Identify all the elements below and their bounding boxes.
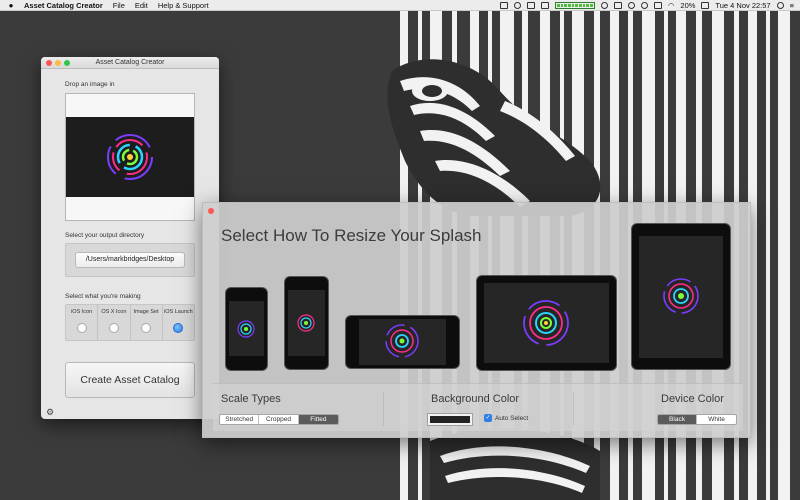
scale-types-segmented-control: Stretched Cropped Fitted — [219, 414, 339, 425]
bluetooth-icon[interactable] — [653, 1, 662, 9]
output-directory-button[interactable]: /Users/markbridges/Desktop — [75, 252, 185, 268]
swirl-logo-icon — [107, 134, 153, 180]
menu-bar: ● Asset Catalog Creator File Edit Help &… — [0, 0, 800, 11]
background-color-well[interactable] — [427, 413, 473, 426]
output-directory-label: Select your output directory — [65, 232, 145, 239]
battery-icon[interactable] — [701, 1, 710, 9]
status-time-machine-icon[interactable] — [627, 1, 635, 9]
auto-select-checkbox[interactable]: ✓ Auto Select — [484, 414, 528, 422]
divider — [573, 392, 574, 426]
spotlight-search-icon[interactable] — [776, 1, 784, 9]
radio-ios-icon[interactable] — [76, 323, 87, 333]
device-ipad-portrait-preview[interactable] — [631, 223, 731, 370]
status-lock-icon[interactable] — [640, 1, 648, 9]
battery-meter-icon[interactable] — [554, 1, 595, 9]
zoom-window-button[interactable] — [64, 60, 70, 66]
device-color-black-segment[interactable]: Black — [658, 415, 698, 424]
option-label: OS X Icon — [101, 309, 127, 315]
device-iphone-landscape-preview[interactable] — [345, 315, 460, 369]
option-ios-icon[interactable]: iOS Icon — [66, 305, 99, 340]
status-sync-icon[interactable] — [513, 1, 521, 9]
close-panel-button[interactable] — [208, 208, 214, 214]
wifi-icon[interactable]: ◠ — [668, 0, 675, 11]
status-display-icon[interactable] — [613, 1, 622, 9]
menu-clock[interactable]: Tue 4 Nov 22:57 — [715, 0, 770, 11]
splash-resize-panel: Select How To Resize Your Splash Scale T… — [202, 202, 751, 438]
scale-types-label: Scale Types — [221, 393, 281, 405]
image-drop-well[interactable] — [65, 93, 195, 221]
device-ipad-landscape-preview[interactable] — [476, 275, 617, 371]
device-color-white-segment[interactable]: White — [697, 415, 736, 424]
checkmark-icon[interactable]: ✓ — [484, 414, 492, 422]
menu-help-support[interactable]: Help & Support — [158, 0, 209, 11]
menu-edit[interactable]: Edit — [135, 0, 148, 11]
status-dropbox-icon[interactable] — [526, 1, 535, 9]
create-asset-catalog-button[interactable]: Create Asset Catalog — [65, 362, 195, 398]
minimize-window-button[interactable] — [55, 60, 61, 66]
status-cloud-icon[interactable] — [540, 1, 549, 9]
status-app-icon[interactable] — [499, 1, 508, 9]
image-preview — [66, 117, 194, 197]
option-ios-launch[interactable]: iOS Launch — [163, 305, 194, 340]
making-type-selector: iOS Icon OS X Icon Image Set iOS Launch — [65, 304, 195, 341]
device-iphone-4-preview[interactable] — [225, 287, 268, 371]
radio-osx-icon[interactable] — [108, 323, 119, 333]
window-titlebar[interactable]: Asset Catalog Creator — [41, 57, 219, 69]
battery-percent[interactable]: 20% — [680, 0, 695, 11]
auto-select-label: Auto Select — [495, 414, 529, 422]
option-osx-icon[interactable]: OS X Icon — [98, 305, 131, 340]
menu-app-name[interactable]: Asset Catalog Creator — [24, 0, 103, 11]
notification-center-icon[interactable]: ≡ — [790, 0, 794, 11]
option-image-set[interactable]: Image Set — [131, 305, 163, 340]
device-color-segmented-control: Black White — [657, 414, 737, 425]
apple-menu-icon[interactable]: ● — [6, 0, 16, 11]
making-type-label: Select what you're making — [65, 293, 141, 300]
divider — [383, 392, 384, 426]
drop-image-label: Drop an image in — [65, 81, 115, 88]
scale-fitted-segment[interactable]: Fitted — [298, 415, 338, 424]
option-label: Image Set — [133, 309, 159, 315]
device-iphone-5-preview[interactable] — [284, 276, 329, 370]
resize-options-bar: Scale Types Stretched Cropped Fitted Bac… — [213, 383, 743, 431]
background-color-label: Background Color — [431, 393, 520, 405]
option-label: iOS Launch — [164, 309, 193, 315]
status-ring-icon[interactable] — [600, 1, 608, 9]
menu-file[interactable]: File — [113, 0, 125, 11]
option-label: iOS Icon — [71, 309, 93, 315]
scale-cropped-segment[interactable]: Cropped — [259, 415, 299, 424]
splash-panel-title: Select How To Resize Your Splash — [221, 226, 482, 245]
gear-icon[interactable]: ⚙ — [46, 407, 54, 418]
status-area: ◠ 20% Tue 4 Nov 22:57 ≡ — [499, 0, 800, 11]
scale-stretched-segment[interactable]: Stretched — [220, 415, 260, 424]
asset-catalog-creator-window: Asset Catalog Creator Drop an image in S… — [41, 57, 219, 419]
output-directory-box: /Users/markbridges/Desktop — [65, 243, 195, 277]
close-window-button[interactable] — [46, 60, 52, 66]
radio-image-set[interactable] — [141, 323, 152, 333]
radio-ios-launch[interactable] — [173, 323, 184, 333]
device-color-label: Device Color — [661, 393, 724, 405]
